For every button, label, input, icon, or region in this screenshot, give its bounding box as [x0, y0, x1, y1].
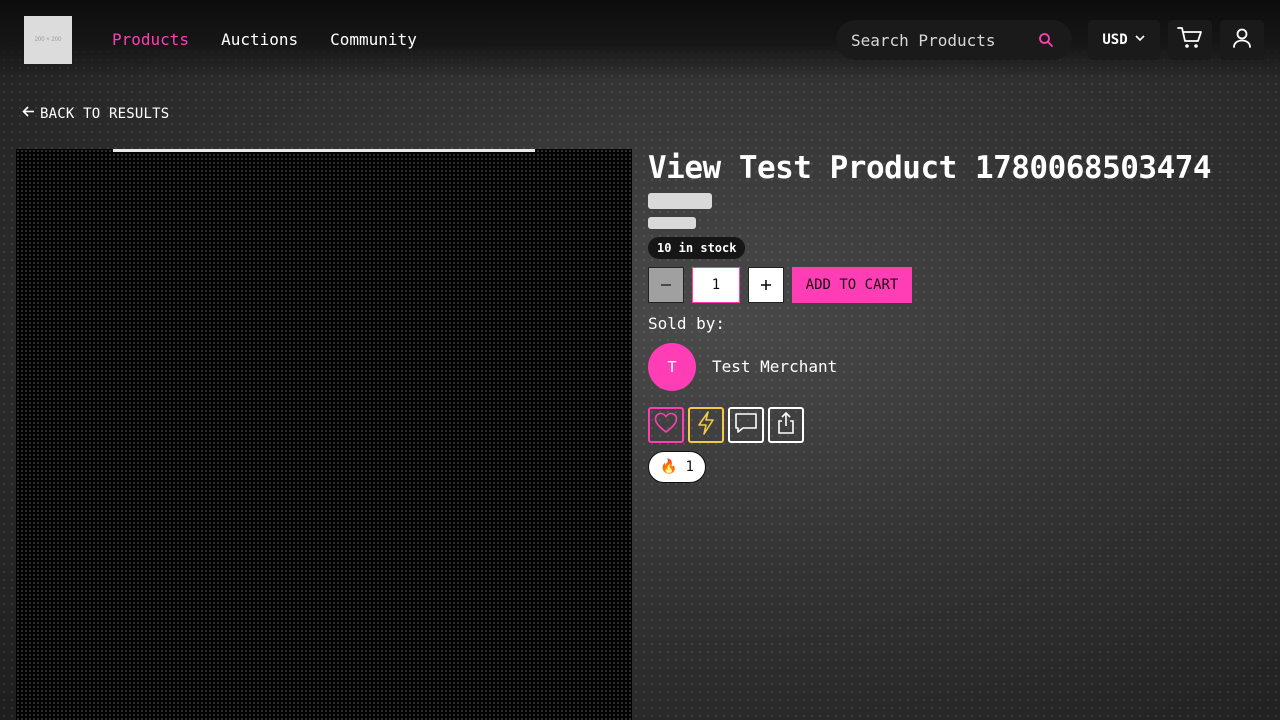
fire-emoji: 🔥 [660, 459, 678, 475]
add-to-cart-button[interactable]: ADD TO CART [792, 267, 912, 303]
merchant-avatar[interactable]: T [648, 343, 696, 391]
gallery-progress-bar [113, 149, 535, 152]
favorite-button[interactable] [648, 407, 684, 443]
message-button[interactable] [728, 407, 764, 443]
arrow-left-icon [22, 105, 35, 122]
logo-placeholder-text: 200 × 200 [34, 37, 62, 43]
reaction-chip[interactable]: 🔥 1 [648, 451, 706, 483]
nav-link-products[interactable]: Products [112, 28, 189, 52]
quantity-increase-button[interactable] [748, 267, 784, 303]
back-to-results-link[interactable]: BACK TO RESULTS [22, 105, 169, 122]
subprice-skeleton [648, 217, 696, 229]
site-logo[interactable]: 200 × 200 [24, 16, 72, 64]
share-button[interactable] [768, 407, 804, 443]
message-icon [734, 412, 758, 438]
currency-value: USD [1102, 32, 1128, 48]
nav-link-auctions[interactable]: Auctions [221, 28, 298, 52]
stock-badge: 10 in stock [648, 237, 746, 259]
currency-select[interactable]: USD [1088, 20, 1160, 60]
price-skeleton [648, 193, 712, 209]
cart-button[interactable] [1168, 20, 1212, 60]
back-label: BACK TO RESULTS [40, 105, 170, 122]
search-input[interactable] [851, 30, 1021, 50]
chevron-down-icon [1134, 32, 1146, 48]
lightning-icon [696, 411, 716, 439]
site-header: 200 × 200 Products Auctions Community US… [0, 0, 1280, 80]
product-title: View Test Product 1780068503474 [648, 150, 1212, 186]
quantity-input[interactable] [692, 267, 740, 303]
cart-icon [1177, 26, 1203, 54]
plus-icon [760, 276, 772, 295]
merchant-name-link[interactable]: Test Merchant [712, 357, 837, 376]
boost-button[interactable] [688, 407, 724, 443]
reaction-count: 1 [685, 459, 694, 475]
sold-by-label: Sold by: [648, 314, 726, 333]
search-bar [836, 20, 1072, 60]
account-button[interactable] [1220, 20, 1264, 60]
merchant-initial: T [667, 358, 677, 376]
search-icon[interactable] [1038, 32, 1054, 48]
product-image-gallery[interactable] [16, 149, 632, 720]
minus-icon [660, 276, 672, 295]
nav-link-community[interactable]: Community [330, 28, 417, 52]
share-icon [776, 411, 796, 439]
quantity-decrease-button[interactable] [648, 267, 684, 303]
heart-icon [654, 412, 678, 438]
main-nav: Products Auctions Community [112, 28, 417, 52]
user-icon [1231, 27, 1253, 53]
